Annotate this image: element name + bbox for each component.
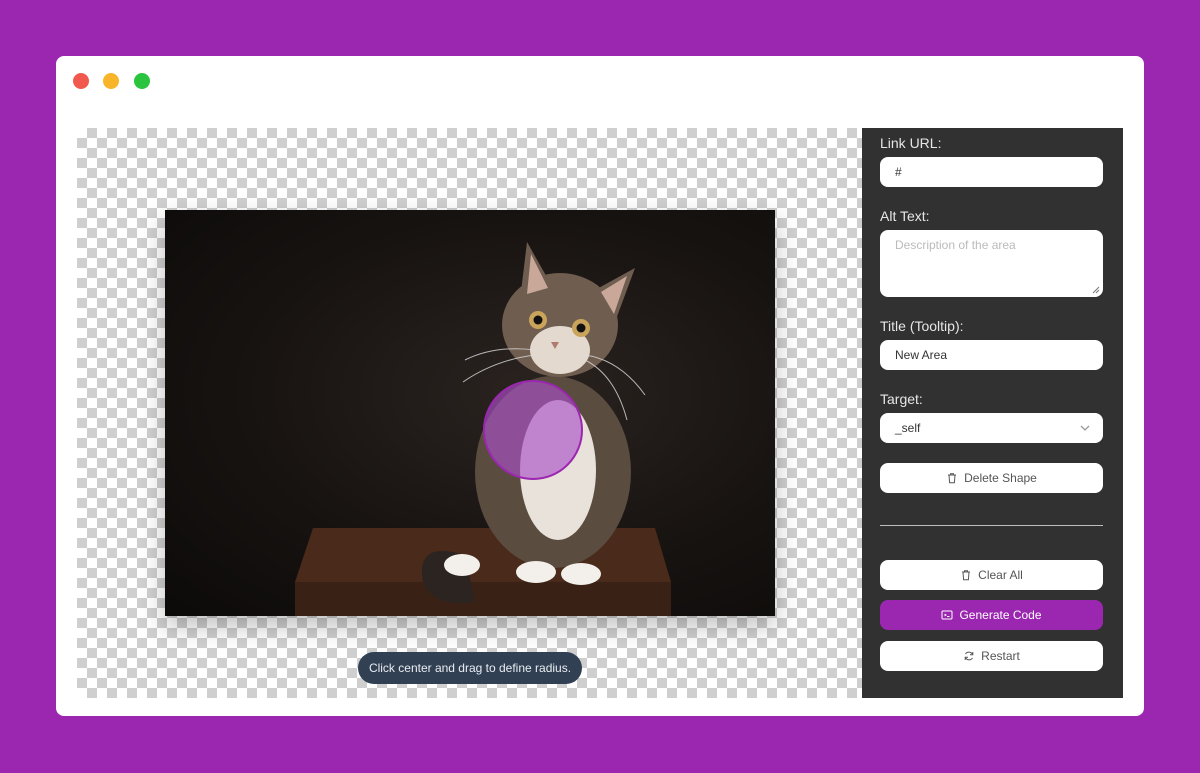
cat-illustration [295,242,671,616]
title-input[interactable]: New Area [880,340,1103,370]
minimize-window-button[interactable] [103,73,119,89]
alt-text-textarea[interactable]: Description of the area [880,230,1103,297]
trash-icon [948,473,957,484]
generate-code-label: Generate Code [959,608,1042,622]
alt-text-label: Alt Text: [880,208,930,224]
target-value: _self [895,421,921,435]
cat-photo[interactable] [165,210,775,616]
title-label: Title (Tooltip): [880,318,964,334]
drawing-hint: Click center and drag to define radius. [358,652,582,684]
panel-divider [880,525,1103,526]
trash-icon [962,570,971,581]
restart-button[interactable]: Restart [880,641,1103,671]
code-icon [941,610,953,620]
circle-area-shape[interactable] [483,380,583,480]
image-canvas[interactable]: Click center and drag to define radius. [77,128,862,698]
generate-code-button[interactable]: Generate Code [880,600,1103,630]
delete-shape-button[interactable]: Delete Shape [880,463,1103,493]
delete-shape-label: Delete Shape [964,471,1037,485]
target-select[interactable]: _self [880,413,1103,443]
chevron-down-icon [1080,425,1090,431]
target-label: Target: [880,391,923,407]
link-url-input[interactable]: # [880,157,1103,187]
app-window: Click center and drag to define radius. … [56,56,1144,716]
link-url-label: Link URL: [880,135,942,151]
properties-panel: Link URL: # Alt Text: Description of the… [862,128,1123,698]
clear-all-button[interactable]: Clear All [880,560,1103,590]
restart-label: Restart [981,649,1020,663]
refresh-icon [964,651,974,661]
close-window-button[interactable] [73,73,89,89]
resize-grip-icon[interactable] [1092,286,1100,294]
alt-text-placeholder: Description of the area [895,238,1016,252]
maximize-window-button[interactable] [134,73,150,89]
clear-all-label: Clear All [978,568,1023,582]
